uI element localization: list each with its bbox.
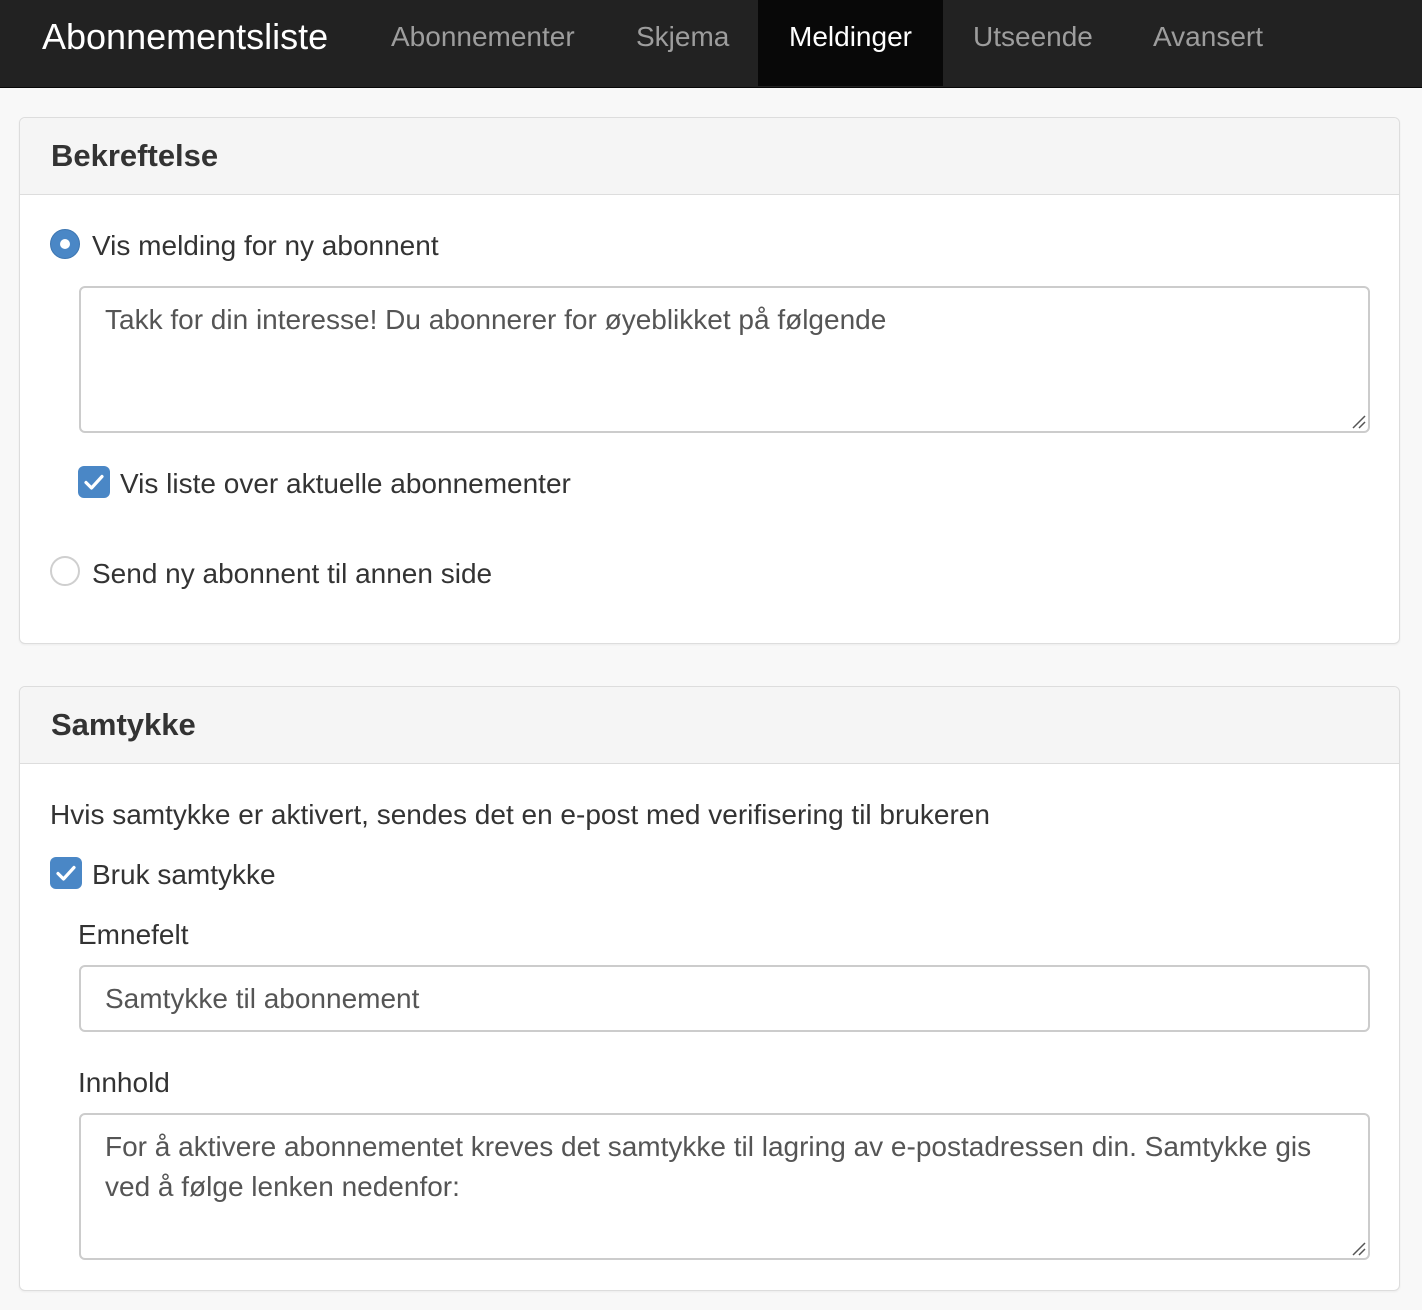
confirmation-message-textarea[interactable]: Takk for din interesse! Du abonnerer for…: [79, 286, 1370, 433]
checkmark-icon: [56, 865, 76, 881]
consent-panel-heading: Samtykke: [20, 687, 1399, 764]
resize-handle-icon[interactable]: [1350, 1240, 1366, 1256]
top-navbar: Abonnementsliste Abonnementer Skjema Mel…: [0, 0, 1422, 88]
show-message-radio[interactable]: [50, 229, 80, 259]
show-message-label[interactable]: Vis melding for ny abonnent: [92, 229, 439, 263]
redirect-radio[interactable]: [50, 556, 80, 586]
content-textarea-value: For å aktivere abonnementet kreves det s…: [105, 1131, 1312, 1202]
consent-title: Samtykke: [51, 707, 196, 742]
content-label: Innhold: [78, 1067, 170, 1098]
tab-utseende[interactable]: Utseende: [973, 0, 1093, 86]
tab-abonnementer[interactable]: Abonnementer: [391, 0, 575, 86]
subject-input[interactable]: Samtykke til abonnement: [79, 965, 1370, 1032]
confirmation-title: Bekreftelse: [51, 138, 219, 173]
show-list-label[interactable]: Vis liste over aktuelle abonnementer: [120, 467, 571, 501]
confirmation-panel-heading: Bekreftelse: [20, 118, 1399, 195]
show-list-checkbox[interactable]: [78, 466, 110, 498]
tab-skjema[interactable]: Skjema: [636, 0, 729, 86]
confirmation-panel: Bekreftelse Vis melding for ny abonnent …: [19, 117, 1400, 644]
consent-panel: Samtykke Hvis samtykke er aktivert, send…: [19, 686, 1400, 1291]
subject-label: Emnefelt: [78, 919, 189, 950]
checkmark-icon: [84, 474, 104, 490]
redirect-label[interactable]: Send ny abonnent til annen side: [92, 557, 492, 591]
tab-meldinger[interactable]: Meldinger: [758, 0, 943, 86]
subject-input-value: Samtykke til abonnement: [105, 983, 420, 1014]
content-textarea[interactable]: For å aktivere abonnementet kreves det s…: [79, 1113, 1370, 1260]
confirmation-message-text: Takk for din interesse! Du abonnerer for…: [105, 304, 887, 335]
use-consent-checkbox[interactable]: [50, 857, 82, 889]
tab-avansert[interactable]: Avansert: [1153, 0, 1263, 86]
resize-handle-icon[interactable]: [1350, 413, 1366, 429]
consent-description: Hvis samtykke er aktivert, sendes det en…: [50, 799, 990, 830]
use-consent-label[interactable]: Bruk samtykke: [92, 858, 276, 892]
app-title[interactable]: Abonnementsliste: [42, 0, 328, 86]
